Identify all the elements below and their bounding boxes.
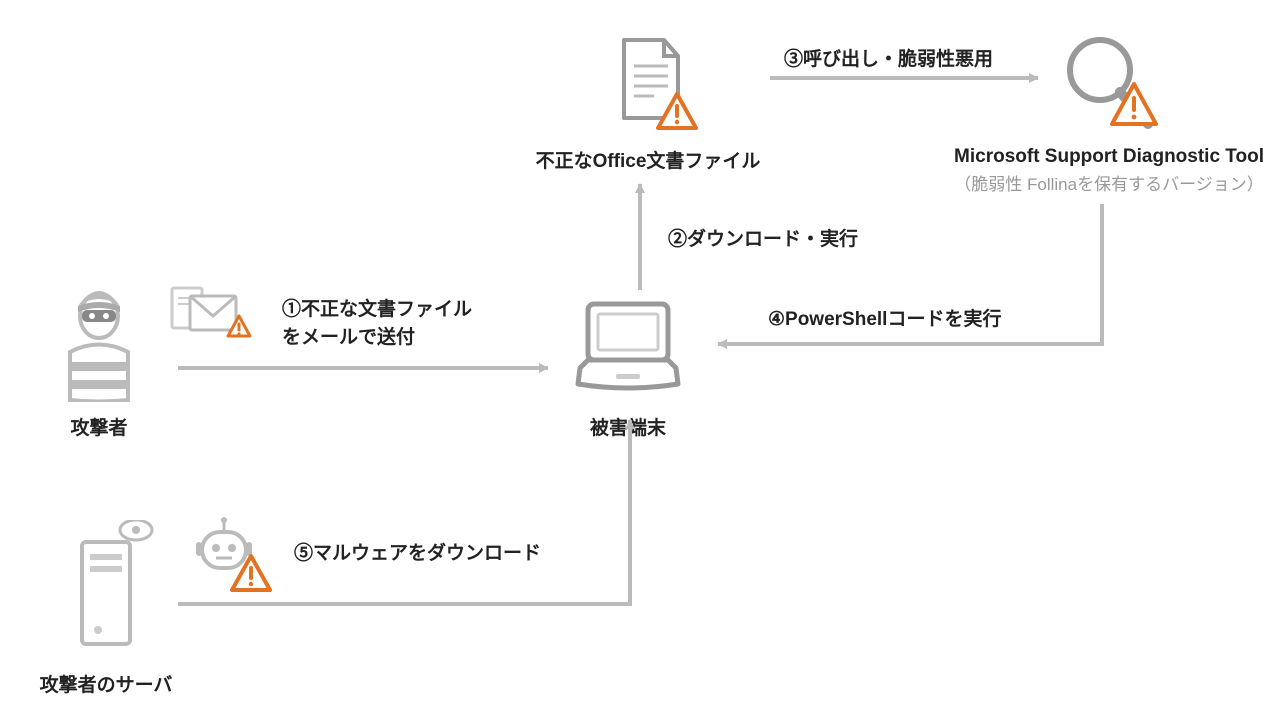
arrows-layer (0, 0, 1281, 719)
step-4-label: ④PowerShellコードを実行 (768, 304, 1001, 331)
step-1-label-b: をメールで送付 (282, 322, 415, 349)
step-1-label-a: ①不正な文書ファイル (282, 294, 472, 321)
step-2-label: ②ダウンロード・実行 (668, 224, 858, 251)
step-3-label: ③呼び出し・脆弱性悪用 (784, 44, 993, 71)
step-5-label: ⑤マルウェアをダウンロード (294, 538, 541, 565)
